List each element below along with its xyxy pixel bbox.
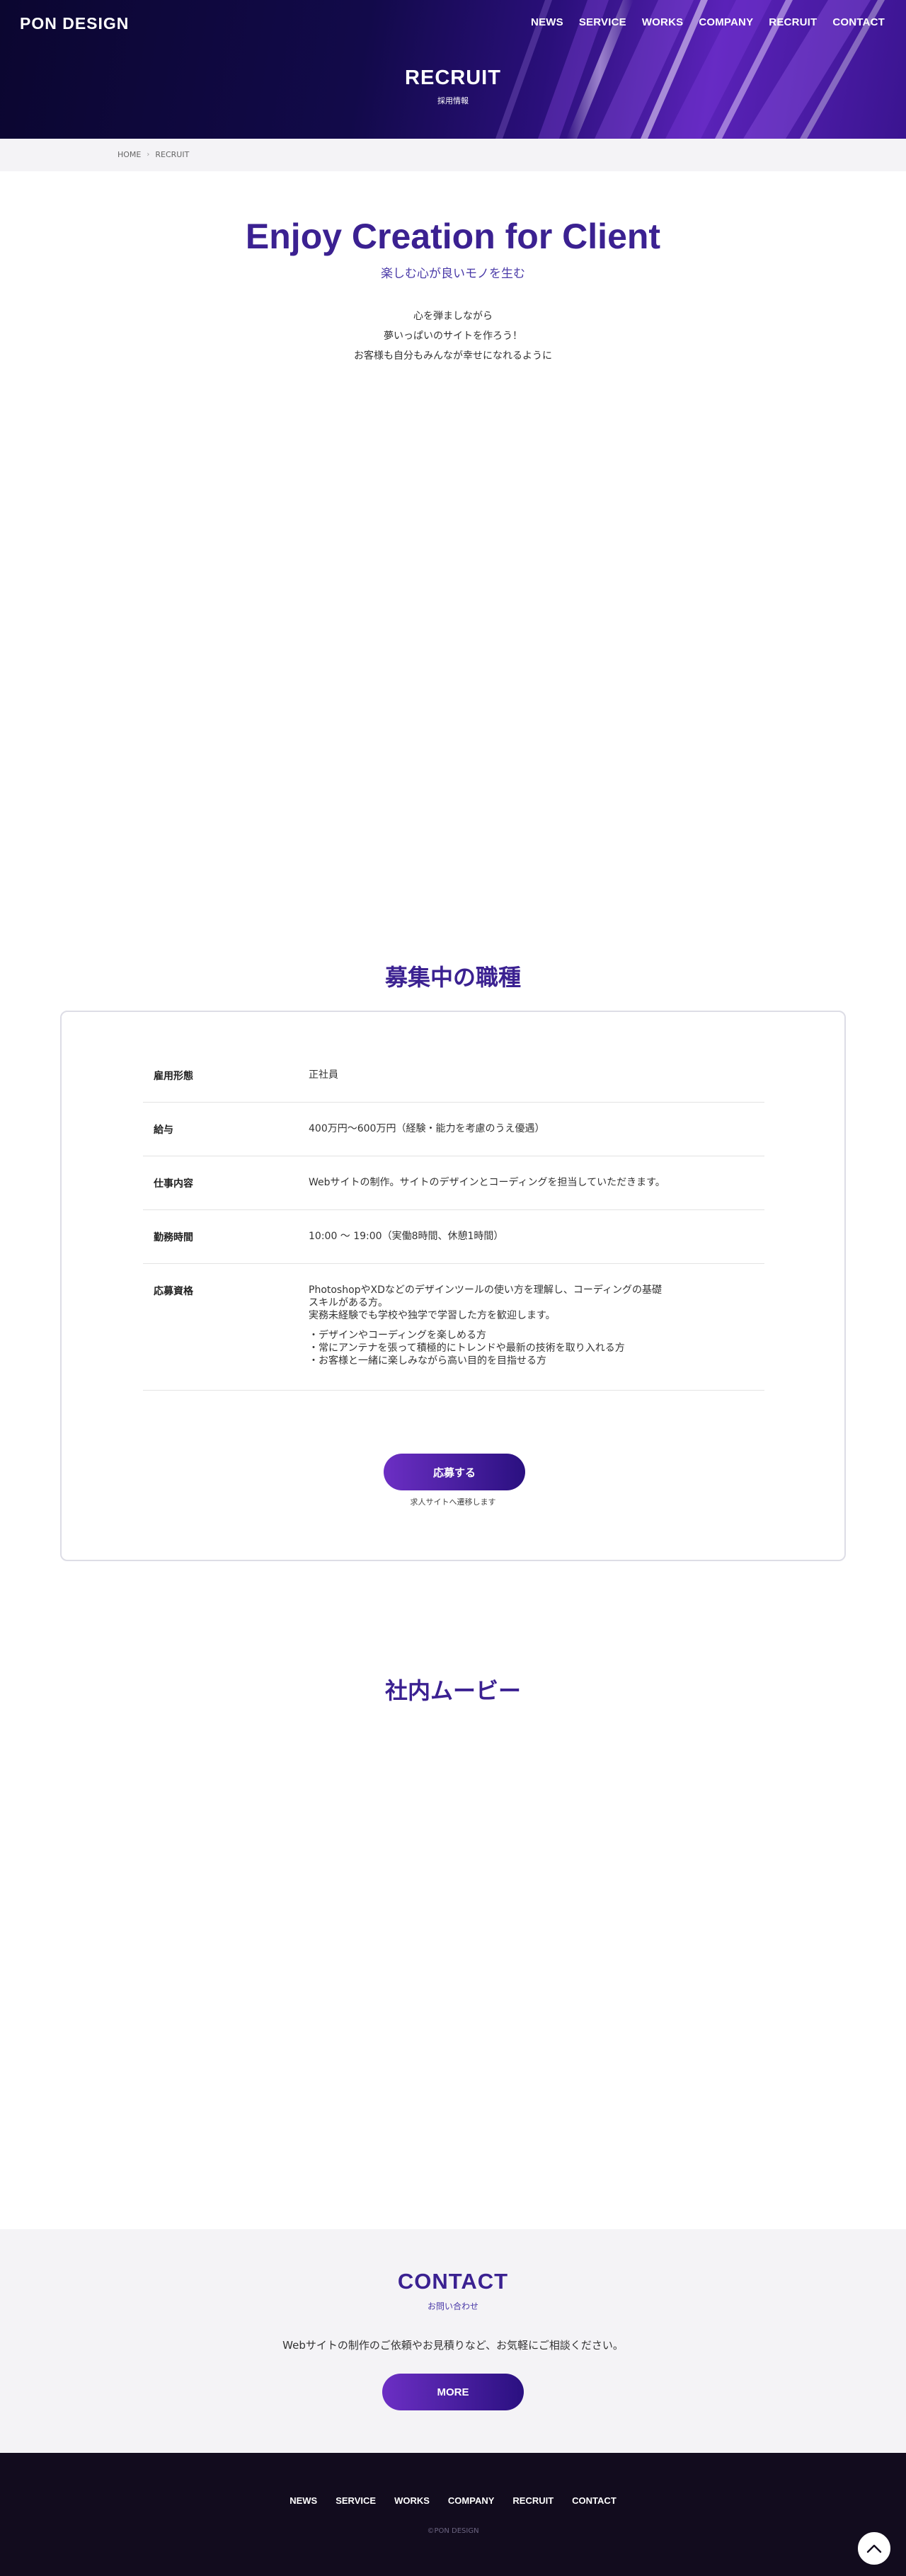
nav-recruit[interactable]: RECRUIT [769,16,817,28]
hero-header: PON DESIGN NEWS SERVICE WORKS COMPANY RE… [0,0,906,139]
job-row-label: 仕事内容 [154,1178,193,1190]
chevron-right-icon: › [147,151,150,159]
intro-title: Enjoy Creation for Client [245,217,661,256]
contact-title: CONTACT [397,2269,509,2294]
intro-message: 心を弾ましながら 夢いっぱいのサイトを作ろう！ お客様も自分もみんなが幸せになれ… [0,306,906,366]
apply-button[interactable]: 応募する [384,1454,525,1490]
intro-subtitle: 楽しむ心が良いモノを生む [381,267,525,281]
contact-text: Webサイトの制作のご依頼やお見積りなど、お気軽にご相談ください。 [282,2339,624,2352]
footer-nav-company[interactable]: COMPANY [448,2495,494,2506]
page-title: RECRUIT [405,67,501,89]
nav-works[interactable]: WORKS [642,16,684,28]
page-subtitle: 採用情報 [437,96,469,105]
footer-nav-news[interactable]: NEWS [289,2495,317,2506]
site-logo[interactable]: PON DESIGN [20,14,129,33]
qualification-line: スキルがある方。 [309,1297,388,1309]
job-row: 給与 400万円〜600万円（経験・能力を考慮のうえ優遇） [143,1103,764,1156]
apply-note: 求人サイトへ遷移します [410,1497,496,1507]
intro-line: お客様も自分もみんなが幸せになれるように [354,350,552,362]
page-top-button[interactable] [856,2531,892,2566]
footer-nav-works[interactable]: WORKS [394,2495,430,2506]
job-row-label: 給与 [154,1125,173,1136]
job-row: 勤務時間 10:00 〜 19:00（実働8時間、休憩1時間） [143,1210,764,1264]
footer-nav-recruit[interactable]: RECRUIT [512,2495,554,2506]
nav-service[interactable]: SERVICE [579,16,626,28]
breadcrumb-current: RECRUIT [155,150,190,159]
job-row-qualification: 応募資格 PhotoshopやXDなどのデザインツールの使い方を理解し、コーディ… [143,1264,764,1391]
job-row-value: PhotoshopやXDなどのデザインツールの使い方を理解し、コーディングの基礎… [309,1284,764,1367]
job-row-value: Webサイトの制作。サイトのデザインとコーディングを担当していただきます。 [309,1177,665,1188]
nav-company[interactable]: COMPANY [699,16,753,28]
breadcrumb-home[interactable]: HOME [117,150,141,159]
job-row-value: 400万円〜600万円（経験・能力を考慮のうえ優遇） [309,1123,545,1134]
footer-nav-service[interactable]: SERVICE [336,2495,376,2506]
jobs-section-title: 募集中の職種 [384,964,521,991]
job-row-value: 10:00 〜 19:00（実働8時間、休憩1時間） [309,1231,504,1242]
global-nav: NEWS SERVICE WORKS COMPANY RECRUIT CONTA… [531,16,885,28]
nav-contact[interactable]: CONTACT [832,16,885,28]
chevron-up-icon [866,2544,882,2553]
job-row: 仕事内容 Webサイトの制作。サイトのデザインとコーディングを担当していただきま… [143,1156,764,1210]
qualification-bullet: ・デザインやコーディングを楽しめる方 [309,1330,487,1341]
movie-section-title: 社内ムービー [384,1677,521,1704]
job-row: 雇用形態 正社員 [143,1049,764,1103]
job-row-label: 勤務時間 [154,1232,193,1243]
qualification-bullets: ・デザインやコーディングを楽しめる方 ・常にアンテナを張って積極的にトレンドや最… [309,1329,764,1367]
breadcrumb-bar: HOME › RECRUIT [0,139,906,171]
job-row-label: 応募資格 [154,1286,193,1297]
site-footer: NEWS SERVICE WORKS COMPANY RECRUIT CONTA… [0,2453,906,2576]
qualification-bullet: ・常にアンテナを張って積極的にトレンドや最新の技術を取り入れる方 [309,1342,625,1354]
contact-subtitle: お問い合わせ [427,2301,478,2311]
qualification-line: 実務未経験でも学校や独学で学習した方を歓迎します。 [309,1310,556,1321]
footer-nav-contact[interactable]: CONTACT [572,2495,617,2506]
intro-line: 心を弾ましながら [413,311,493,322]
footer-nav: NEWS SERVICE WORKS COMPANY RECRUIT CONTA… [0,2495,906,2506]
nav-news[interactable]: NEWS [531,16,563,28]
more-button[interactable]: MORE [382,2374,524,2410]
intro-line: 夢いっぱいのサイトを作ろう！ [384,330,522,342]
job-table: 雇用形態 正社員 給与 400万円〜600万円（経験・能力を考慮のうえ優遇） 仕… [143,1049,764,1391]
copyright: ©PON DESIGN [427,2527,479,2535]
qualification-bullet: ・お客様と一緒に楽しみながら高い目的を目指せる方 [309,1355,546,1367]
job-row-label: 雇用形態 [154,1071,193,1082]
job-card: 雇用形態 正社員 給与 400万円〜600万円（経験・能力を考慮のうえ優遇） 仕… [60,1011,846,1561]
contact-section: CONTACT お問い合わせ Webサイトの制作のご依頼やお見積りなど、お気軽に… [0,2229,906,2453]
breadcrumb: HOME › RECRUIT [117,150,189,159]
qualification-line: PhotoshopやXDなどのデザインツールの使い方を理解し、コーディングの基礎 [309,1284,662,1296]
job-row-value: 正社員 [309,1069,338,1081]
